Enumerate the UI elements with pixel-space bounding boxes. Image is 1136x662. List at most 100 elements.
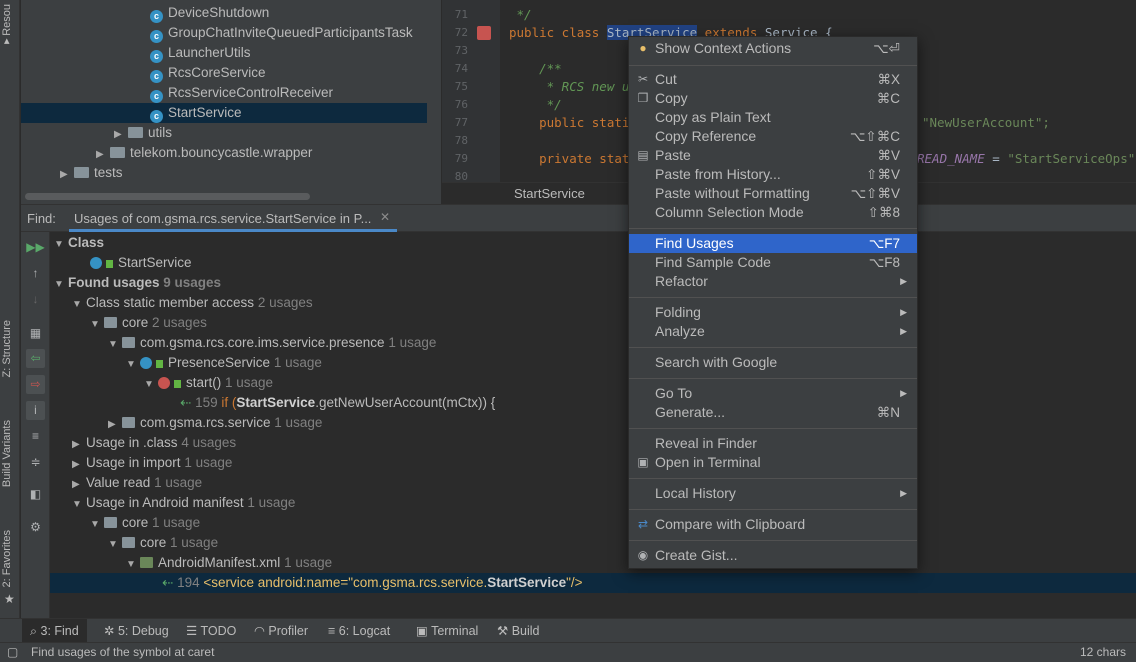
find-results-tree[interactable]: ▼ Class StartService ▼ Found usages 9 usag… <box>50 232 1136 618</box>
line-number: 79 <box>454 152 468 165</box>
line-number: 75 <box>454 80 468 93</box>
horizontal-scrollbar[interactable] <box>25 193 310 200</box>
menu-item-go-to[interactable]: Go To ▶ <box>629 384 917 403</box>
build-variants-tab[interactable]: Build Variants <box>1 420 13 487</box>
rerun-icon[interactable]: ▶▶ <box>26 238 45 257</box>
usage-row[interactable]: ⇠ 159 if (StartService.getNewUserAccount… <box>180 393 495 413</box>
tree-item-selected[interactable]: c StartService <box>21 103 427 123</box>
result-row[interactable]: ▼ AndroidManifest.xml 1 usage <box>126 553 332 573</box>
class-icon: c <box>150 90 163 103</box>
menu-item-create-gist[interactable]: ◉ Create Gist... <box>629 546 917 565</box>
result-row[interactable]: StartService <box>90 253 192 273</box>
find-tab[interactable]: Usages of com.gsma.rcs.service.StartServ… <box>69 205 397 232</box>
line-number: 76 <box>454 98 468 111</box>
bottom-tool-tabs: ⌕ 3: Find ✲ 5: Debug ☰ TODO ◠ Profiler ≡… <box>0 618 1136 643</box>
result-row[interactable]: ▼ core 1 usage <box>108 533 218 553</box>
gutter-marker-icon[interactable] <box>477 26 491 40</box>
menu-item-search-google[interactable]: Search with Google <box>629 353 917 372</box>
result-row[interactable]: ▶ com.gsma.rcs.service 1 usage <box>108 413 322 433</box>
gauge-icon: ◠ <box>254 624 265 638</box>
menu-item-paste-history[interactable]: Paste from History... ⇧⌘V <box>629 165 917 184</box>
tree-item[interactable]: ▶ telekom.bouncycastle.wrapper <box>96 143 312 163</box>
tree-item[interactable]: ▶ utils <box>114 123 172 143</box>
tab-todo[interactable]: ☰ TODO <box>186 619 236 643</box>
tree-item[interactable]: c LauncherUtils <box>150 43 251 63</box>
tab-build[interactable]: ⚒ Build <box>497 619 540 643</box>
result-row[interactable]: ▼ core 1 usage <box>90 513 200 533</box>
tab-profiler[interactable]: ◠ Profiler <box>254 619 308 643</box>
write-access-icon[interactable]: ⇨ <box>26 375 45 394</box>
tree-item[interactable]: ▶ tests <box>60 163 123 183</box>
menu-item-show-context-actions[interactable]: ● Show Context Actions ⌥⏎ <box>629 39 917 58</box>
tab-terminal[interactable]: ▣ Terminal <box>416 619 478 643</box>
settings-icon[interactable]: ⚙ <box>26 518 45 537</box>
tab-logcat[interactable]: ≡ 6: Logcat <box>328 619 390 643</box>
menu-item-reveal-finder[interactable]: Reveal in Finder <box>629 434 917 453</box>
breadcrumb-item[interactable]: StartService <box>514 186 585 201</box>
expand-all-icon[interactable]: ≡ <box>26 427 45 446</box>
result-row[interactable]: ▼ Found usages 9 usages <box>54 273 221 293</box>
result-row[interactable]: ▼ start() 1 usage <box>144 373 273 393</box>
result-row[interactable]: ▼ com.gsma.rcs.core.ims.service.presence … <box>108 333 436 353</box>
module-icon <box>104 517 117 528</box>
resource-manager-tab[interactable]: Resou <box>1 4 13 36</box>
menu-item-open-terminal[interactable]: ▣ Open in Terminal <box>629 453 917 472</box>
menu-item-copy-reference[interactable]: Copy Reference ⌥⇧⌘C <box>629 127 917 146</box>
result-row[interactable]: ▼ PresenceService 1 usage <box>126 353 322 373</box>
result-row[interactable]: ▶ Value read 1 usage <box>72 473 202 493</box>
menu-item-generate[interactable]: Generate... ⌘N <box>629 403 917 422</box>
line-number: 73 <box>454 44 468 57</box>
tree-item[interactable]: c RcsServiceControlReceiver <box>150 83 333 103</box>
left-tool-strip: Resou ▴ Z: Structure Build Variants 2: F… <box>0 0 20 618</box>
menu-separator <box>629 347 917 348</box>
collapse-all-icon[interactable]: ≑ <box>26 453 45 472</box>
menu-item-local-history[interactable]: Local History ▶ <box>629 484 917 503</box>
menu-item-find-sample-code[interactable]: Find Sample Code ⌥F8 <box>629 253 917 272</box>
menu-item-refactor[interactable]: Refactor ▶ <box>629 272 917 291</box>
favorites-tab[interactable]: 2: Favorites <box>1 530 13 587</box>
usage-row-selected[interactable]: ⇠ 194 <service android:name="com.gsma.rc… <box>50 573 1136 593</box>
tree-item[interactable]: c GroupChatInviteQueuedParticipantsTask <box>150 23 413 43</box>
line-number: 80 <box>454 170 468 182</box>
tab-find[interactable]: ⌕ 3: Find <box>22 619 87 643</box>
structure-tab[interactable]: Z: Structure <box>1 320 13 377</box>
tree-item[interactable]: c DeviceShutdown <box>150 3 269 23</box>
selection-info[interactable]: 12 chars <box>1080 645 1126 659</box>
menu-item-cut[interactable]: ✂ Cut ⌘X <box>629 70 917 89</box>
menu-item-analyze[interactable]: Analyze ▶ <box>629 322 917 341</box>
arrow-up-icon[interactable]: ↑ <box>26 264 45 283</box>
code-fragment: "NewUserAccount"; <box>922 115 1050 130</box>
tree-item[interactable]: c RcsCoreService <box>150 63 266 83</box>
toggle-toolwindows-icon[interactable]: ▢ <box>7 645 18 659</box>
folder-icon <box>128 127 143 138</box>
menu-item-paste-no-format[interactable]: Paste without Formatting ⌥⇧⌘V <box>629 184 917 203</box>
menu-item-compare-clipboard[interactable]: ⇄ Compare with Clipboard <box>629 515 917 534</box>
preview-icon[interactable]: ◧ <box>26 485 45 504</box>
result-row[interactable]: ▼ Class <box>54 233 104 253</box>
result-row[interactable]: ▼ Class static member access 2 usages <box>72 293 313 313</box>
menu-item-column-selection[interactable]: Column Selection Mode ⇧⌘8 <box>629 203 917 222</box>
menu-item-paste[interactable]: ▤ Paste ⌘V <box>629 146 917 165</box>
menu-item-folding[interactable]: Folding ▶ <box>629 303 917 322</box>
tab-debug[interactable]: ✲ 5: Debug <box>104 619 169 643</box>
class-icon: c <box>150 50 163 63</box>
result-row[interactable]: ▶ Usage in .class 4 usages <box>72 433 236 453</box>
info-icon[interactable]: i <box>26 401 45 420</box>
expand-arrow-icon[interactable]: ▶ <box>96 145 110 165</box>
class-icon: c <box>150 70 163 83</box>
expand-arrow-icon[interactable]: ▶ <box>114 125 128 145</box>
result-row[interactable]: ▼ Usage in Android manifest 1 usage <box>72 493 295 513</box>
expand-arrow-icon[interactable]: ▶ <box>60 165 74 185</box>
read-access-icon[interactable]: ⇦ <box>26 349 45 368</box>
menu-item-copy-plain[interactable]: Copy as Plain Text <box>629 108 917 127</box>
close-icon[interactable]: ✕ <box>380 210 390 224</box>
folder-icon <box>74 167 89 178</box>
arrow-down-icon[interactable]: ↓ <box>26 290 45 309</box>
folder-icon <box>110 147 125 158</box>
result-row[interactable]: ▼ core 2 usages <box>90 313 207 333</box>
menu-item-copy[interactable]: ❐ Copy ⌘C <box>629 89 917 108</box>
group-icon[interactable]: ▦ <box>26 324 45 343</box>
submenu-arrow-icon: ▶ <box>900 388 907 398</box>
menu-item-find-usages[interactable]: Find Usages ⌥F7 <box>629 234 917 253</box>
result-row[interactable]: ▶ Usage in import 1 usage <box>72 453 232 473</box>
